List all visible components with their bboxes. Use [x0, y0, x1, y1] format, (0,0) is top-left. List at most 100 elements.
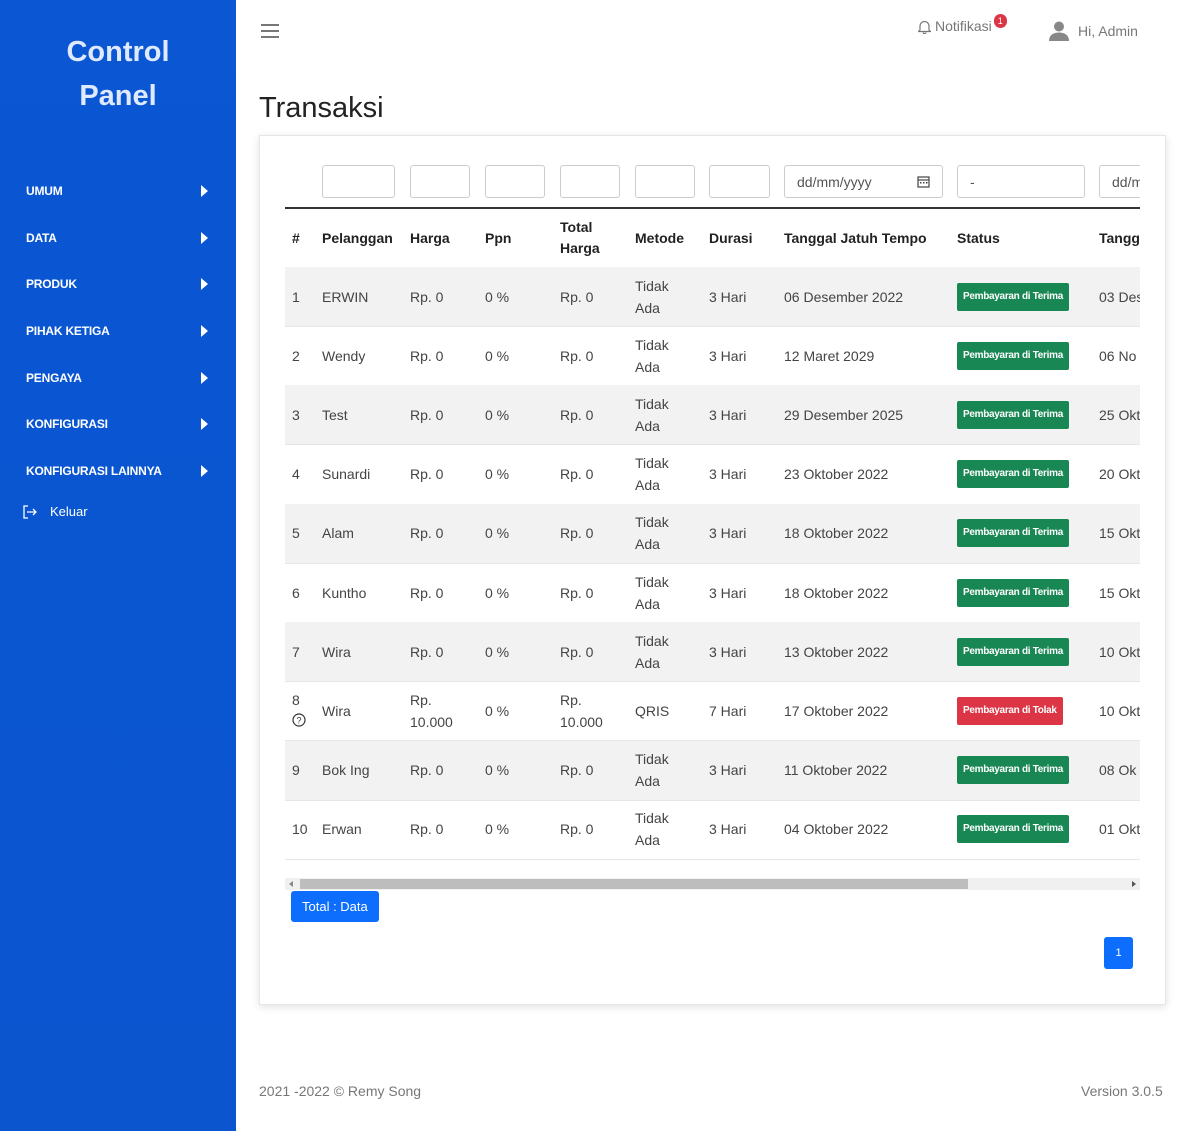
filter-total-input[interactable]	[560, 165, 620, 198]
cell-harga: Rp. 0	[410, 406, 444, 423]
scroll-right-icon[interactable]	[1132, 881, 1136, 887]
sidebar-item-konfigurasi-lainnya[interactable]: KONFIGURASI LAINNYA	[26, 459, 216, 483]
cell-no: 2	[292, 347, 300, 364]
table-row: 1 ERWIN Rp. 0 0 % Rp. 0 Tidak Ada 3 Hari 06 Des…	[285, 267, 1140, 327]
logout-button[interactable]: Keluar	[22, 504, 88, 519]
cell-harga: Rp. 0	[410, 288, 444, 305]
cell-harga: Rp. 0	[410, 762, 444, 779]
col-header-status[interactable]: Status	[957, 209, 1000, 267]
sidebar-item-pengaya[interactable]: PENGAYA	[26, 366, 216, 390]
sidebar-item-konfigurasi[interactable]: KONFIGURASI	[26, 412, 216, 436]
cell-status: Pembayaran di Terima	[957, 326, 1069, 385]
page-title: Transaksi	[259, 92, 384, 124]
sidebar-item-label: PENGAYA	[26, 371, 82, 385]
cell-metode: Tidak Ada	[635, 751, 669, 790]
col-header-jatuh-tempo[interactable]: Tanggal Jatuh Tempo	[784, 209, 927, 267]
user-greeting: Hi, Admin	[1078, 23, 1138, 39]
scroll-left-icon[interactable]	[289, 881, 293, 887]
cell-metode: Tidak Ada	[635, 277, 669, 316]
question-circle-icon[interactable]: ?	[292, 711, 306, 733]
date-placeholder: dd/mm/yyyy	[1112, 173, 1140, 190]
cell-pelanggan: Sunardi	[322, 466, 371, 483]
caret-right-icon	[201, 325, 208, 337]
cell-metode: Tidak Ada	[635, 632, 669, 671]
status-badge: Pembayaran di Terima	[957, 578, 1069, 607]
table-row: 6 Kuntho Rp. 0 0 % Rp. 0 Tidak Ada 3 Hari 18 Ok…	[285, 563, 1140, 623]
cell-status: Pembayaran di Terima	[957, 267, 1069, 326]
filter-harga-input[interactable]	[410, 165, 470, 198]
cell-ppn: 0 %	[485, 406, 510, 423]
cell-metode: QRIS	[635, 702, 670, 719]
brand-logo[interactable]: Control Panel	[0, 30, 236, 118]
col-header-pelanggan[interactable]: Pelanggan	[322, 209, 393, 267]
cell-status: Pembayaran di Terima	[957, 504, 1069, 563]
pagination-page-1[interactable]: 1	[1104, 937, 1133, 969]
menu-toggle-icon[interactable]	[261, 24, 279, 40]
logout-icon	[23, 504, 37, 519]
cell-durasi: 3 Hari	[709, 643, 747, 660]
cell-status: Pembayaran di Terima	[957, 385, 1069, 444]
total-data-button[interactable]: Total : Data	[291, 891, 379, 922]
col-header-metode[interactable]: Metode	[635, 209, 684, 267]
filter-durasi-input[interactable]	[709, 165, 770, 198]
sidebar-item-data[interactable]: DATA	[26, 226, 216, 250]
filter-ppn-input[interactable]	[485, 165, 545, 198]
col-header-durasi[interactable]: Durasi	[709, 209, 753, 267]
calendar-icon[interactable]	[917, 175, 930, 188]
table-row: 8? Wira Rp. 10.000 0 % Rp. 10.000 QRIS 7 Hari 1…	[285, 681, 1140, 742]
sidebar-item-label: KONFIGURASI LAINNYA	[26, 464, 162, 478]
cell-jatuh-tempo: 17 Oktober 2022	[784, 702, 889, 719]
cell-no: 9	[292, 762, 300, 779]
status-badge: Pembayaran di Terima	[957, 637, 1069, 666]
filter-metode-input[interactable]	[635, 165, 695, 198]
cell-pelanggan: Test	[322, 406, 348, 423]
caret-right-icon	[201, 185, 208, 197]
cell-metode: Tidak Ada	[635, 573, 669, 612]
status-badge: Pembayaran di Terima	[957, 756, 1069, 785]
cell-harga: Rp. 0	[410, 347, 444, 364]
cell-pelanggan: Kuntho	[322, 584, 367, 601]
user-menu[interactable]: Hi, Admin	[1048, 20, 1138, 42]
sidebar-item-pihak-ketiga[interactable]: PIHAK KETIGA	[26, 319, 216, 343]
table-row: 2 Wendy Rp. 0 0 % Rp. 0 Tidak Ada 3 Hari 12 Mar…	[285, 326, 1140, 387]
cell-status: Pembayaran di Terima	[957, 622, 1069, 681]
user-icon	[1049, 21, 1069, 41]
transactions-card: dd/mm/yyyy - dd/mm/yyyy # Pelanggan Harg…	[259, 135, 1166, 1005]
brand-line-1: Control	[66, 36, 170, 68]
cell-no: 5	[292, 525, 300, 542]
cell-total: Rp. 0	[560, 525, 594, 542]
col-header-total-harga[interactable]: Total Harga	[560, 209, 600, 267]
cell-tanggal: 10 Okt	[1099, 643, 1140, 660]
cell-metode: Tidak Ada	[635, 514, 669, 553]
filter-pelanggan-input[interactable]	[322, 165, 395, 198]
col-header-no[interactable]: #	[292, 209, 300, 267]
cell-ppn: 0 %	[485, 643, 510, 660]
cell-no: 1	[292, 288, 300, 305]
filter-jatuh-tempo-date[interactable]: dd/mm/yyyy	[784, 165, 943, 198]
cell-durasi: 3 Hari	[709, 347, 747, 364]
cell-tanggal: 15 Okt	[1099, 525, 1140, 542]
cell-pelanggan: Bok Ing	[322, 762, 370, 779]
status-badge: Pembayaran di Tolak	[957, 696, 1063, 725]
table-row: 3 Test Rp. 0 0 % Rp. 0 Tidak Ada 3 Hari 29 Dese…	[285, 385, 1140, 446]
col-header-harga[interactable]: Harga	[410, 209, 450, 267]
sidebar-item-umum[interactable]: UMUM	[26, 179, 216, 203]
cell-status: Pembayaran di Terima	[957, 741, 1069, 800]
col-header-tanggal[interactable]: Tangg	[1099, 209, 1140, 267]
table-row: 9 Bok Ing Rp. 0 0 % Rp. 0 Tidak Ada 3 Hari 11 O…	[285, 740, 1140, 801]
cell-tanggal: 25 Okt	[1099, 406, 1140, 423]
filter-status-select[interactable]: -	[957, 165, 1085, 198]
cell-durasi: 3 Hari	[709, 406, 747, 423]
cell-harga: Rp. 0	[410, 821, 444, 838]
sidebar-item-produk[interactable]: PRODUK	[26, 272, 216, 296]
scrollbar-thumb[interactable]	[300, 879, 968, 889]
sidebar-item-label: UMUM	[26, 184, 63, 198]
col-header-ppn[interactable]: Ppn	[485, 209, 511, 267]
filter-tanggal-date[interactable]: dd/mm/yyyy	[1099, 165, 1140, 198]
notification-button[interactable]: Notifikasi 1	[918, 14, 1009, 34]
table-scroll-area[interactable]: dd/mm/yyyy - dd/mm/yyyy # Pelanggan Harg…	[285, 136, 1140, 896]
caret-right-icon	[201, 465, 208, 477]
horizontal-scrollbar[interactable]	[285, 878, 1140, 890]
status-badge: Pembayaran di Terima	[957, 815, 1069, 844]
cell-jatuh-tempo: 04 Oktober 2022	[784, 821, 889, 838]
